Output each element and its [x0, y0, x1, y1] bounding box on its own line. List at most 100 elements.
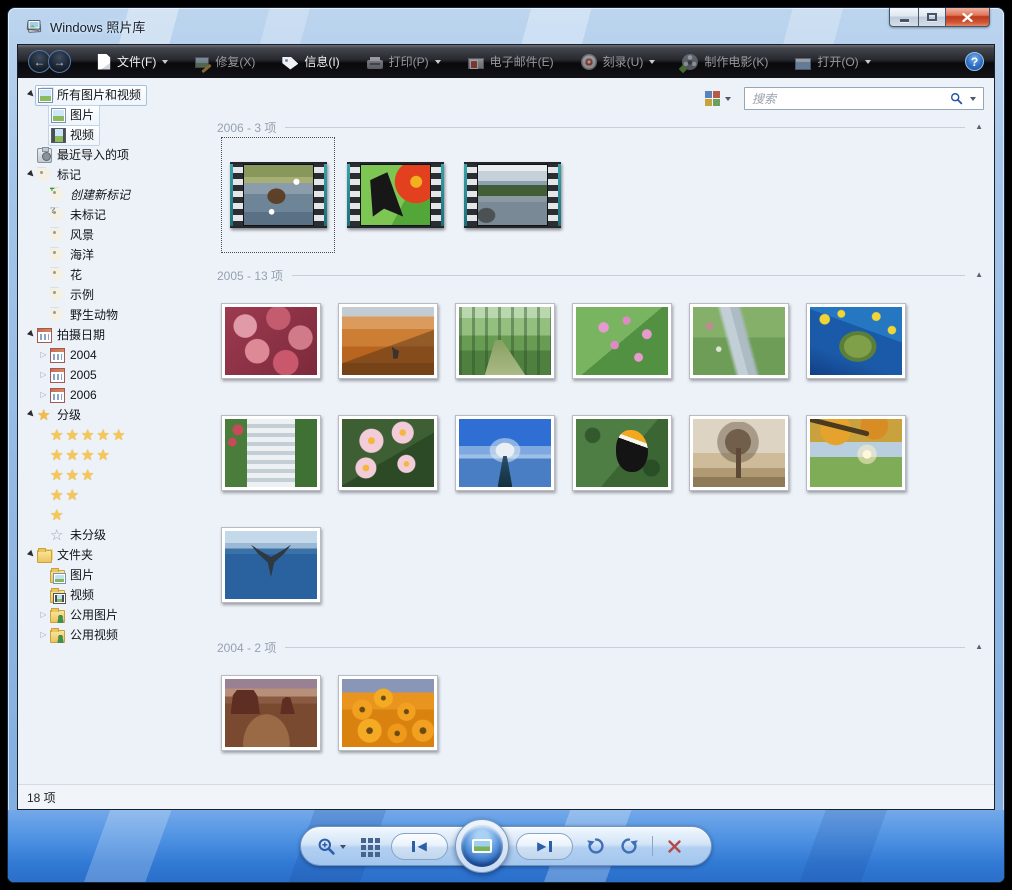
- sidebar-item-folder-pictures[interactable]: 图片: [18, 565, 214, 585]
- sidebar-item-rating-4[interactable]: ★ ★ ★ ★: [18, 445, 214, 465]
- gallery-main: 2006 - 3 项 ▲ 2005 - 13 项 ▲ 2004 - 2 项 ▲: [214, 78, 994, 809]
- expander-icon[interactable]: ▷: [37, 371, 50, 379]
- sidebar-item-date-2005[interactable]: ▷ 2005: [18, 365, 214, 385]
- folder-pic-icon: [50, 567, 65, 583]
- toolbar-email-button[interactable]: 电子邮件(E): [467, 53, 554, 70]
- search-options-caret-icon[interactable]: [970, 97, 976, 104]
- group-collapse-arrow-icon[interactable]: ▲: [965, 271, 985, 279]
- email-icon: [467, 58, 484, 69]
- group-collapse-arrow-icon[interactable]: ▲: [965, 643, 985, 651]
- filmstrip-sprockets: [430, 164, 441, 226]
- sidebar-item-all-pictures-videos[interactable]: ▶ 所有图片和视频: [18, 84, 214, 106]
- sidebar-item-date-2006[interactable]: ▷ 2006: [18, 385, 214, 405]
- zoom-control[interactable]: [317, 837, 346, 856]
- maximize-icon: [927, 13, 937, 21]
- photo-thumbnail-autumn-tree[interactable]: [806, 415, 906, 491]
- expander-icon[interactable]: ▷: [37, 391, 50, 399]
- rotate-ccw-icon: [587, 838, 604, 854]
- expander-icon[interactable]: ▷: [37, 611, 50, 619]
- sidebar-item-pictures[interactable]: 图片: [18, 104, 214, 126]
- sidebar-item-tags[interactable]: ▶ 标记: [18, 165, 214, 185]
- help-button[interactable]: ?: [965, 52, 984, 71]
- view-menu-button[interactable]: [702, 89, 734, 108]
- photo-thumbnail-sea-turtle[interactable]: [806, 303, 906, 379]
- video-thumbnail-mountain-lake-video[interactable]: [463, 162, 561, 228]
- photo-thumbnail-frosted-leaves[interactable]: [221, 303, 321, 379]
- sidebar-item-rating-2[interactable]: ★ ★: [18, 485, 214, 505]
- toolbar-print-button[interactable]: 打印(P): [366, 53, 441, 70]
- rotate-cw-button[interactable]: [619, 836, 639, 856]
- delete-button[interactable]: [666, 838, 683, 855]
- slideshow-button[interactable]: [455, 819, 509, 873]
- group-header-2004: 2004 - 2 项 ▲: [214, 639, 985, 655]
- previous-button[interactable]: ◀: [391, 832, 448, 860]
- photo-thumbnail-garden-waterfall[interactable]: [221, 415, 321, 491]
- toolbar-file-button[interactable]: 文件(F): [95, 53, 169, 70]
- video-cell-butterfly-flower-video[interactable]: [338, 137, 452, 253]
- toolbar-movie-button[interactable]: 制作电影(K): [682, 53, 768, 70]
- sidebar-item-videos[interactable]: 视频: [18, 124, 214, 146]
- toolbar-open-button[interactable]: 打开(O): [795, 53, 871, 70]
- sidebar-item-ratings[interactable]: ▶ ★ 分级: [18, 405, 214, 425]
- filmstrip-edge: [557, 164, 561, 226]
- rotate-ccw-button[interactable]: [586, 836, 606, 856]
- video-cell-mountain-lake-video[interactable]: [455, 137, 569, 253]
- tag-icon: [37, 167, 52, 183]
- maximize-button[interactable]: [918, 8, 945, 27]
- sidebar-item-tag-sample[interactable]: 示例: [18, 285, 214, 305]
- sidebar-item-tag-flower[interactable]: 花: [18, 265, 214, 285]
- video-cell-bear-in-river-video[interactable]: [221, 137, 335, 253]
- toolbar-fix-button[interactable]: 修复(X): [195, 53, 255, 70]
- expander-icon[interactable]: ▶: [24, 167, 39, 182]
- toolbar-burn-button[interactable]: 刻录(U): [580, 53, 656, 70]
- sidebar-item-rating-3[interactable]: ★ ★ ★: [18, 465, 214, 485]
- photo-thumbnail-misty-trees[interactable]: [689, 415, 789, 491]
- sidebar-label: 2006: [70, 388, 97, 402]
- sidebar-item-folder-videos[interactable]: 视频: [18, 585, 214, 605]
- photo-thumbnail-ocean-pier[interactable]: [455, 415, 555, 491]
- sidebar-item-folders[interactable]: ▶ 文件夹: [18, 545, 214, 565]
- sidebar-item-tag-ocean[interactable]: 海洋: [18, 245, 214, 265]
- sidebar-item-date-2004[interactable]: ▷ 2004: [18, 345, 214, 365]
- status-bar: 18 项: [18, 784, 994, 809]
- expander-icon[interactable]: ▷: [37, 351, 50, 359]
- sidebar-item-date-taken[interactable]: ▶ 拍摄日期: [18, 325, 214, 345]
- video-thumbnail-butterfly-flower-video[interactable]: [346, 162, 444, 228]
- photo-cell-frosted-leaves: [221, 303, 321, 379]
- photo-thumbnail-orange-daisies[interactable]: [338, 675, 438, 751]
- sidebar-item-recently-imported[interactable]: 最近导入的项: [18, 145, 214, 165]
- photo-thumbnail-meadow-stream[interactable]: [689, 303, 789, 379]
- search-input[interactable]: [752, 91, 943, 106]
- next-button[interactable]: ▶: [516, 832, 573, 860]
- toolbar-info-button[interactable]: 信息(I): [282, 53, 340, 70]
- sidebar-label: 示例: [70, 288, 95, 302]
- close-button[interactable]: [945, 8, 990, 27]
- gallery-groups: 2006 - 3 项 ▲ 2005 - 13 项 ▲ 2004 - 2 项 ▲: [214, 119, 985, 787]
- nav-buttons: ← →: [28, 50, 71, 73]
- sidebar-item-rating-1[interactable]: ★: [18, 505, 214, 525]
- sidebar-item-tag-scenery[interactable]: 风景: [18, 225, 214, 245]
- sidebar-item-create-new-tag[interactable]: 创建新标记: [18, 185, 214, 205]
- photo-thumbnail-pink-wildflowers[interactable]: [572, 303, 672, 379]
- expander-icon[interactable]: ▷: [37, 631, 50, 639]
- photo-thumbnail-plumeria-flowers[interactable]: [338, 415, 438, 491]
- photo-cell-pink-wildflowers: [572, 303, 672, 379]
- minimize-button[interactable]: [889, 8, 918, 27]
- sidebar-item-rating-5[interactable]: ★ ★ ★ ★ ★: [18, 425, 214, 445]
- video-thumbnail-bear-in-river-video[interactable]: [229, 162, 327, 228]
- search-icon[interactable]: [950, 92, 963, 105]
- sidebar-item-folder-public-videos[interactable]: ▷ 公用视频: [18, 625, 214, 645]
- thumbnail-view-button[interactable]: [359, 837, 378, 855]
- forward-button[interactable]: →: [48, 50, 71, 73]
- sidebar-item-not-tagged[interactable]: 未标记: [18, 205, 214, 225]
- photo-thumbnail-monument-valley[interactable]: [221, 675, 321, 751]
- group-collapse-arrow-icon[interactable]: ▲: [965, 123, 985, 131]
- sidebar-item-rating-none[interactable]: ☆ 未分级: [18, 525, 214, 545]
- photo-thumbnail-toucan[interactable]: [572, 415, 672, 491]
- photo-image-garden-waterfall: [225, 419, 317, 487]
- photo-thumbnail-desert-oryx[interactable]: [338, 303, 438, 379]
- photo-thumbnail-whale-tail[interactable]: [221, 527, 321, 603]
- sidebar-item-tag-wildlife[interactable]: 野生动物: [18, 305, 214, 325]
- photo-thumbnail-forest-path[interactable]: [455, 303, 555, 379]
- sidebar-item-folder-public-pictures[interactable]: ▷ 公用图片: [18, 605, 214, 625]
